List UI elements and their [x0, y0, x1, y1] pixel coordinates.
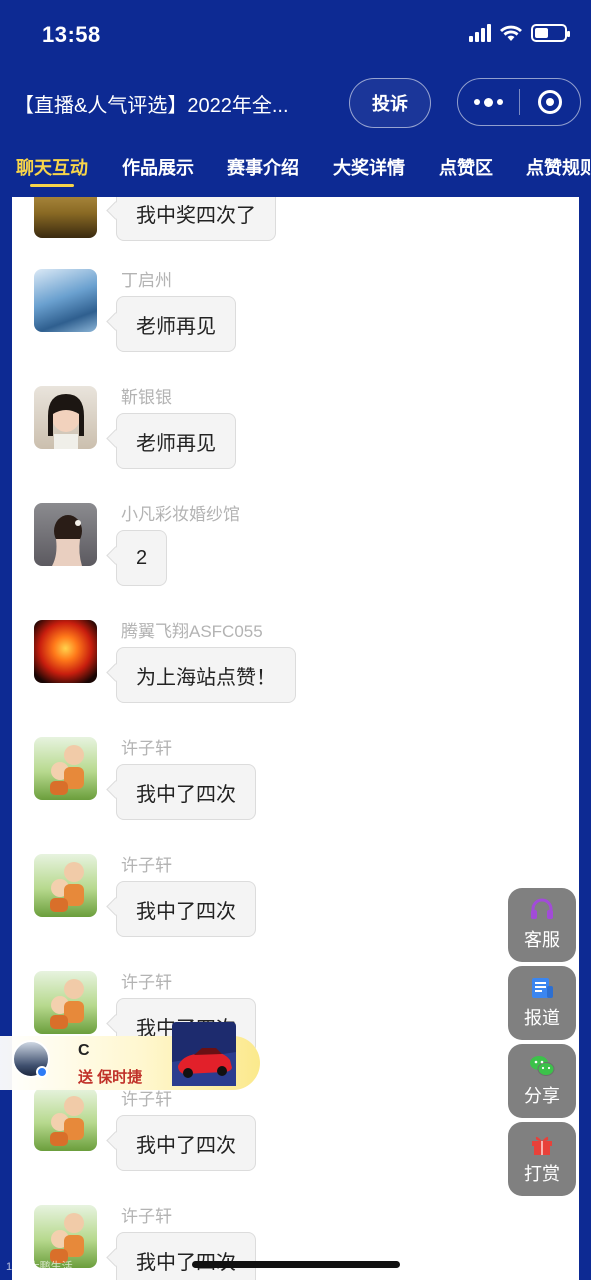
gift-description: 送 保时捷 [78, 1069, 143, 1086]
home-indicator[interactable] [192, 1261, 400, 1268]
message-bubble[interactable]: 我中了四次 [116, 1232, 256, 1280]
title-bar: 【直播&人气评选】2022年全... 投诉 [0, 74, 591, 134]
message-bubble[interactable]: 我中了四次 [116, 881, 256, 937]
tab-likes[interactable]: 点赞区 [439, 154, 493, 180]
gift-sender-name: C [78, 1042, 90, 1059]
close-miniprogram-icon[interactable] [519, 79, 580, 125]
reward-label: 打赏 [524, 1164, 560, 1184]
reward-button[interactable]: 打赏 [508, 1122, 576, 1196]
active-tab-indicator [30, 184, 74, 187]
battery-icon [531, 24, 570, 42]
girl-avatar[interactable] [34, 386, 97, 449]
chat-list[interactable]: 我中奖四次了 丁启州 老师再见 靳银银 老师再见 小凡彩妆婚纱馆 2 腾翼飞翔A… [12, 197, 579, 1280]
share-button[interactable]: 分享 [508, 1044, 576, 1118]
sender-name: 许子轩 [121, 1207, 172, 1226]
sender-name: 腾翼飞翔ASFC055 [121, 622, 263, 641]
tab-works[interactable]: 作品展示 [122, 154, 194, 180]
page-title: 【直播&人气评选】2022年全... [14, 95, 289, 117]
wechat-icon [529, 1054, 555, 1078]
tab-intro[interactable]: 赛事介绍 [227, 154, 299, 180]
message-bubble[interactable]: 老师再见 [116, 296, 236, 352]
message-bubble[interactable]: 2 [116, 530, 168, 586]
share-label: 分享 [524, 1086, 560, 1106]
gift-notification: C 送 保时捷 [0, 1022, 260, 1090]
customer-service-label: 客服 [524, 930, 560, 950]
message-bubble[interactable]: 为上海站点赞！ [116, 647, 296, 703]
back-avatar[interactable] [34, 503, 97, 566]
tab-like-rules[interactable]: 点赞规则 [526, 154, 591, 180]
tab-chat[interactable]: 聊天互动 [16, 154, 88, 180]
miniprogram-capsule [457, 78, 581, 126]
report-button[interactable]: 报道 [508, 966, 576, 1040]
sports-car-icon [172, 1022, 236, 1086]
kids-avatar[interactable] [34, 971, 97, 1034]
more-options-icon[interactable] [458, 79, 519, 125]
sender-name: 小凡彩妆婚纱馆 [121, 505, 240, 524]
tab-bar: 聊天互动 作品展示 赛事介绍 大奖详情 点赞区 点赞规则 [0, 140, 591, 196]
customer-service-button[interactable]: 客服 [508, 888, 576, 962]
headset-icon [529, 898, 555, 922]
sender-name: 许子轩 [121, 739, 172, 758]
kids-avatar[interactable] [34, 1088, 97, 1151]
kids-avatar[interactable] [34, 854, 97, 917]
kids-avatar[interactable] [34, 737, 97, 800]
message-bubble[interactable]: 我中了四次 [116, 764, 256, 820]
message-bubble[interactable]: 我中了四次 [116, 1115, 256, 1171]
status-icons [469, 24, 570, 42]
message-bubble[interactable]: 我中奖四次了 [116, 197, 276, 241]
wifi-icon [500, 25, 522, 41]
status-bar: 13:58 [0, 0, 591, 70]
water-avatar[interactable] [34, 269, 97, 332]
sender-name: 许子轩 [121, 973, 172, 992]
gift-icon [529, 1132, 555, 1156]
status-time: 13:58 [42, 22, 101, 47]
watermark: 10²² 大鹏生活 [6, 1261, 73, 1273]
message-bubble[interactable]: 老师再见 [116, 413, 236, 469]
sender-name: 靳银银 [121, 388, 172, 407]
sender-name: 丁启州 [121, 271, 172, 290]
floating-action-buttons: 客服 报道 分享 打赏 [508, 888, 576, 1200]
news-icon [529, 976, 555, 1000]
report-label: 报道 [524, 1008, 560, 1028]
cellular-signal-icon [469, 24, 491, 42]
phoenix-avatar[interactable] [34, 620, 97, 683]
tab-prizes[interactable]: 大奖详情 [333, 154, 405, 180]
verified-badge-icon [36, 1066, 48, 1078]
gold-avatar[interactable] [34, 197, 97, 238]
sender-name: 许子轩 [121, 856, 172, 875]
complain-button[interactable]: 投诉 [349, 78, 431, 128]
